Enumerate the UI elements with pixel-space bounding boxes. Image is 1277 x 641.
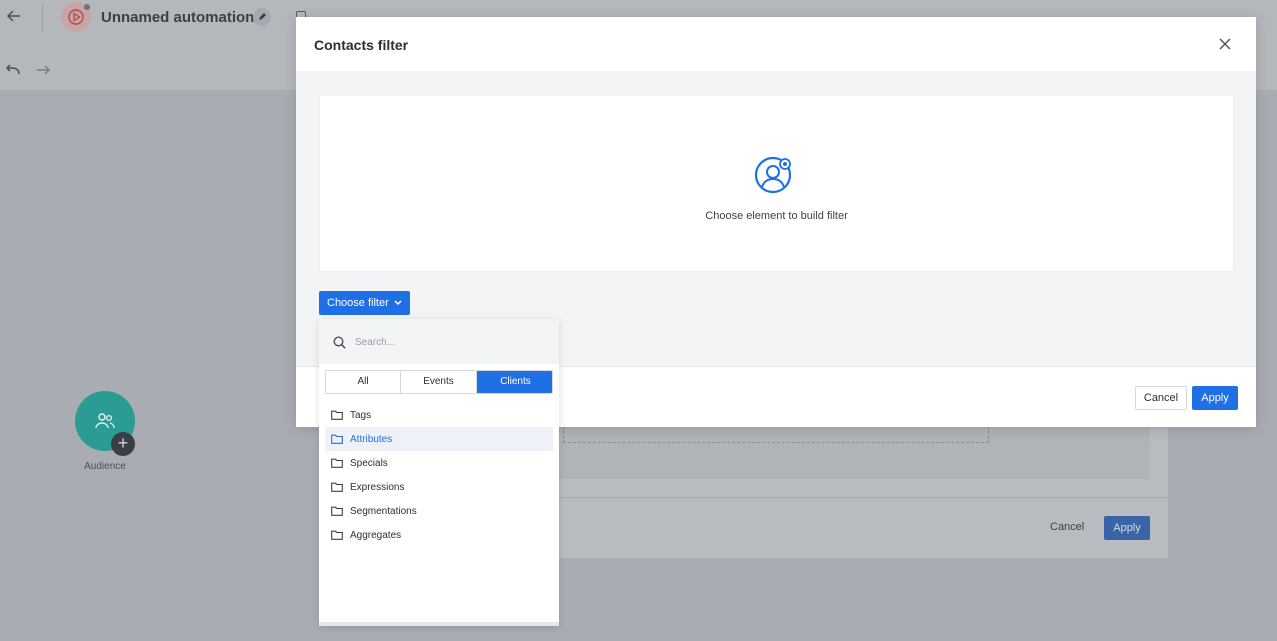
category-specials[interactable]: Specials [325, 451, 553, 475]
close-icon[interactable] [1217, 36, 1233, 52]
category-tags[interactable]: Tags [325, 403, 553, 427]
redo-icon[interactable] [35, 63, 51, 82]
category-attributes[interactable]: Attributes [325, 427, 553, 451]
apply-button[interactable]: Apply [1192, 386, 1238, 410]
folder-icon [331, 506, 343, 516]
dropdown-tabs: All Events Clients [325, 370, 553, 394]
category-aggregates[interactable]: Aggregates [325, 523, 553, 547]
background-cancel-button[interactable]: Cancel [1050, 521, 1084, 533]
folder-icon [331, 530, 343, 540]
filter-canvas: Choose element to build filter [319, 95, 1234, 272]
audience-label: Audience [84, 461, 126, 472]
undo-icon[interactable] [5, 63, 21, 82]
modal-title: Contacts filter [314, 37, 409, 53]
choose-filter-label: Choose filter [327, 297, 389, 309]
chevron-down-icon [394, 300, 402, 306]
add-step-button[interactable]: + [111, 432, 135, 456]
tab-events[interactable]: Events [401, 371, 477, 393]
search-input[interactable] [355, 332, 545, 352]
back-arrow-icon[interactable] [6, 8, 22, 24]
folder-icon [331, 458, 343, 468]
tab-all[interactable]: All [326, 371, 401, 393]
dropdown-category-list: Tags Attributes Specials Expressions Seg… [325, 403, 553, 547]
background-divider [540, 497, 1168, 498]
category-label: Attributes [350, 433, 393, 445]
edit-title-icon[interactable] [253, 8, 271, 26]
choose-filter-button[interactable]: Choose filter [319, 291, 410, 315]
category-expressions[interactable]: Expressions [325, 475, 553, 499]
folder-icon [331, 434, 343, 444]
category-label: Segmentations [350, 505, 417, 517]
automation-title: Unnamed automation [101, 9, 255, 26]
cancel-button[interactable]: Cancel [1135, 386, 1187, 410]
category-label: Tags [350, 409, 372, 421]
category-segmentations[interactable]: Segmentations [325, 499, 553, 523]
topbar-divider [42, 4, 43, 32]
dropdown-scroll-edge [319, 622, 559, 626]
background-apply-button[interactable]: Apply [1104, 516, 1150, 540]
category-label: Expressions [350, 481, 405, 493]
filter-dropdown: All Events Clients Tags Attributes Speci… [319, 319, 559, 626]
status-dot [84, 4, 90, 10]
category-label: Specials [350, 457, 388, 469]
canvas-hint-text: Choose element to build filter [705, 210, 848, 222]
user-filter-icon [753, 154, 795, 201]
folder-icon [331, 410, 343, 420]
search-icon [333, 336, 346, 349]
background-dropzone [563, 426, 989, 443]
folder-icon [331, 482, 343, 492]
category-label: Aggregates [350, 529, 402, 541]
modal-header: Contacts filter [296, 17, 1256, 71]
tab-clients[interactable]: Clients [477, 371, 552, 393]
dropdown-search-bar [319, 319, 559, 364]
